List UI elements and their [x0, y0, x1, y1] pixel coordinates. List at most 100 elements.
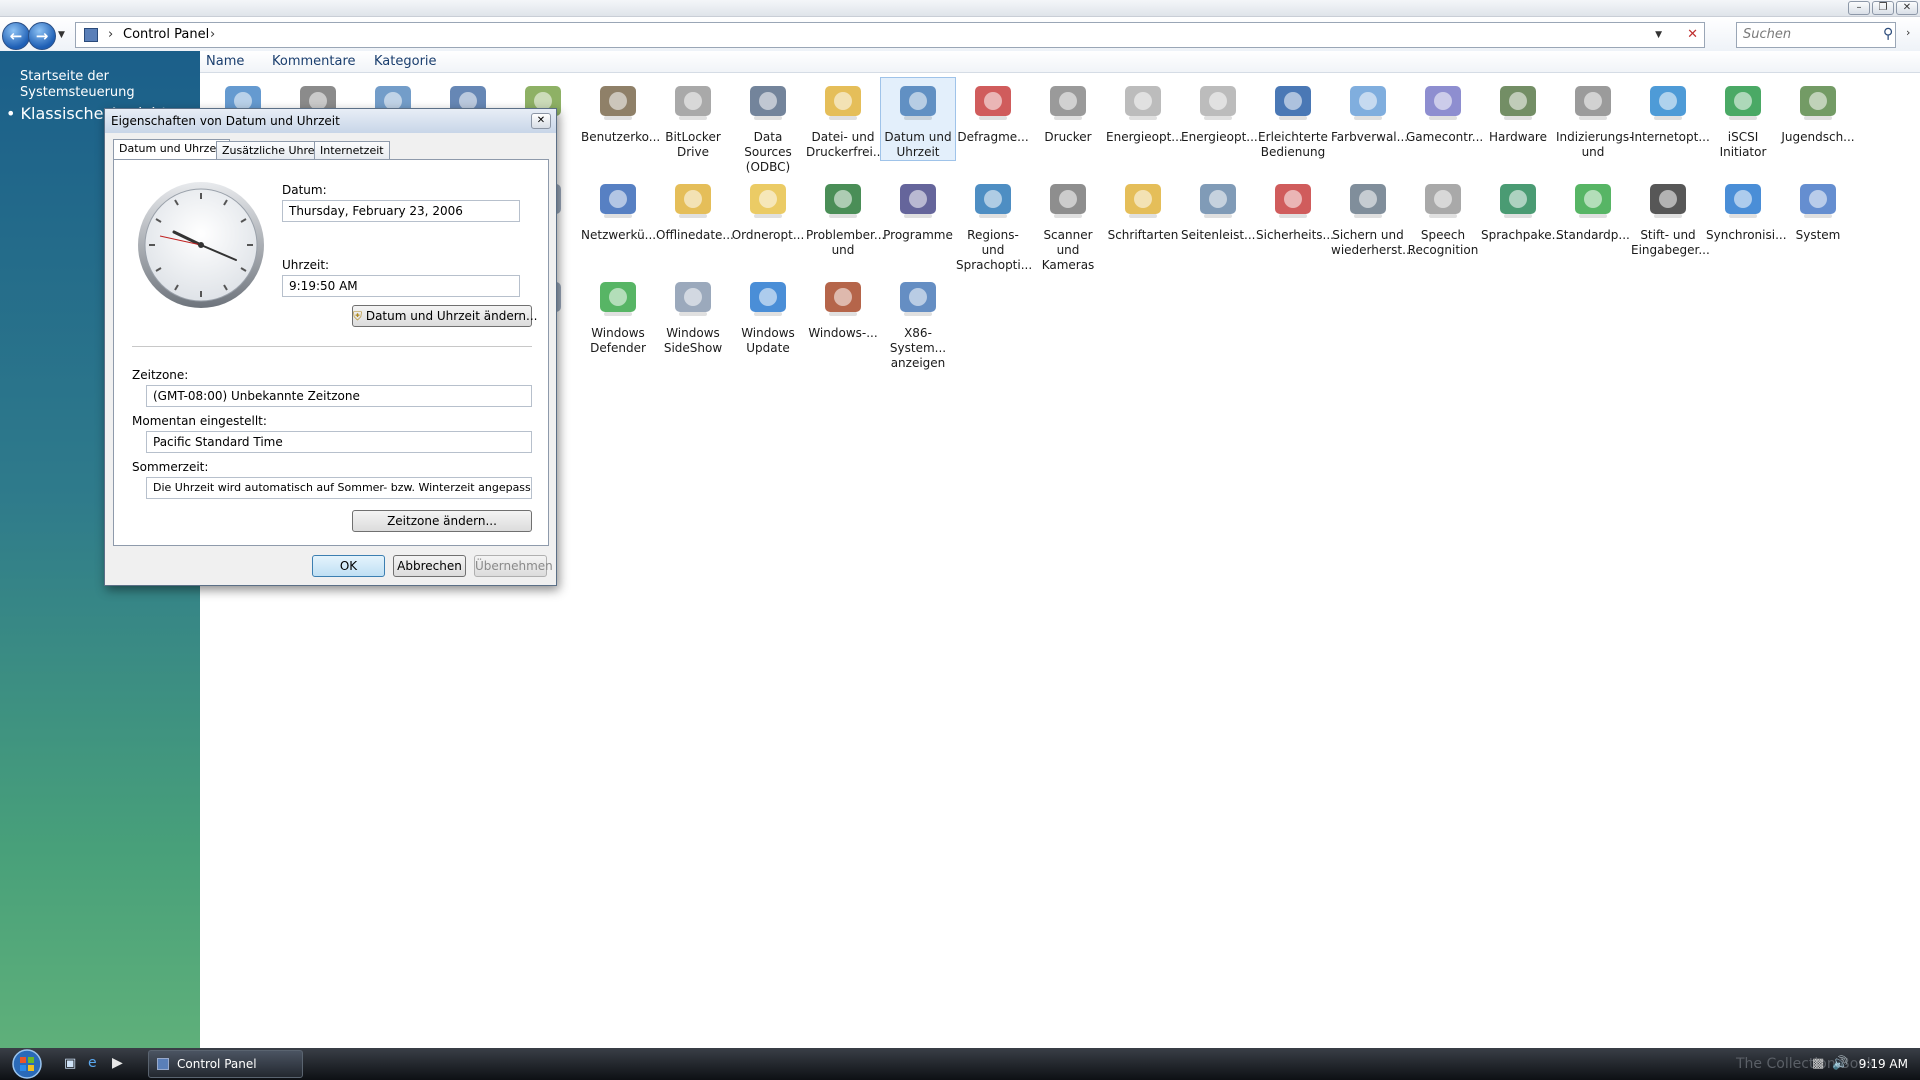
control-panel-item[interactable]: Jugendsch... — [1781, 78, 1855, 145]
control-panel-item[interactable]: Farbverwal... — [1331, 78, 1408, 145]
control-panel-item[interactable]: Offlinedate... — [656, 176, 734, 243]
control-panel-item[interactable]: Defragme... — [956, 78, 1030, 145]
game-controller-icon — [1425, 86, 1461, 120]
tray-network-icon[interactable]: ▩ — [1812, 1056, 1824, 1071]
control-panel-item-label: Energieopt... — [1106, 130, 1183, 144]
address-dropdown-icon[interactable]: ▼ — [1655, 23, 1662, 47]
start-button[interactable] — [8, 1048, 46, 1080]
chevron-right-icon[interactable]: › — [1906, 26, 1910, 39]
control-panel-item[interactable]: Standardp... — [1556, 176, 1630, 243]
control-panel-item[interactable]: Ordneropt... — [731, 176, 805, 243]
ok-button[interactable]: OK — [312, 555, 385, 577]
dialog-close-icon[interactable]: ✕ — [531, 113, 551, 129]
power-options-icon — [1125, 86, 1161, 120]
control-panel-item[interactable]: Erleichterte Bedienung — [1256, 78, 1330, 160]
folder-share-icon — [825, 86, 861, 120]
control-panel-item[interactable]: Gamecontr... — [1406, 78, 1484, 145]
apply-button[interactable]: Übernehmen — [474, 555, 553, 577]
column-headers: Name Kommentare Kategorie — [200, 51, 1920, 73]
tray-volume-icon[interactable]: 🔊 — [1832, 1056, 1848, 1071]
control-panel-item[interactable]: Hardware — [1481, 78, 1555, 145]
control-panel-item[interactable]: Programme — [881, 176, 955, 243]
control-panel-item[interactable]: Indizierungs- und — [1556, 78, 1633, 160]
taskbar-control-panel-button[interactable]: Control Panel — [148, 1050, 303, 1078]
breadcrumb-sep-icon: › — [108, 27, 114, 42]
control-panel-item-label: Gamecontr... — [1406, 130, 1484, 144]
date-field: Thursday, February 23, 2006 — [282, 200, 520, 222]
dst-field: Die Uhrzeit wird automatisch auf Sommer-… — [146, 477, 532, 499]
cancel-button[interactable]: Abbrechen — [393, 555, 466, 577]
control-panel-item[interactable]: Schriftarten — [1106, 176, 1180, 243]
forward-button[interactable]: → — [28, 22, 56, 50]
column-name[interactable]: Name — [206, 54, 244, 69]
control-panel-item[interactable]: Sichern und wiederherst... — [1331, 176, 1414, 258]
taskbar: ▣ e ▶ Control Panel The Collection Book … — [0, 1048, 1920, 1080]
control-panel-item[interactable]: System — [1781, 176, 1855, 243]
control-panel-item[interactable]: X86-System... anzeigen — [881, 274, 955, 371]
control-panel-item[interactable]: Problember... und — [806, 176, 885, 258]
media-player-icon[interactable]: ▶ — [112, 1055, 123, 1071]
control-panel-item[interactable]: Stift- und Eingabeger... — [1631, 176, 1710, 258]
control-panel-item[interactable]: iSCSI Initiator — [1706, 78, 1780, 160]
analog-clock — [138, 182, 264, 308]
control-panel-item[interactable]: Energieopt... — [1106, 78, 1183, 145]
control-panel-item[interactable]: Scanner und Kameras — [1031, 176, 1105, 273]
show-desktop-icon[interactable]: ▣ — [64, 1056, 76, 1071]
control-panel-item[interactable]: Windows-... — [806, 274, 880, 341]
control-panel-item[interactable]: Datum und Uhrzeit — [880, 77, 956, 161]
recent-pages-icon[interactable]: ▼ — [58, 30, 65, 40]
backup-icon — [1350, 184, 1386, 218]
control-panel-item-label: Seitenleist... — [1181, 228, 1256, 242]
control-panel-item[interactable]: Energieopt... — [1181, 78, 1258, 145]
control-panel-item[interactable]: Drucker — [1031, 78, 1105, 145]
watermark-label: The Collection Book — [1736, 1056, 1876, 1072]
control-panel-item[interactable]: Sprachpake... — [1481, 176, 1563, 243]
control-panel-item[interactable]: Speech Recognition — [1406, 176, 1480, 258]
control-panel-item[interactable]: Synchronisi... — [1706, 176, 1787, 243]
control-panel-item[interactable]: Windows Update — [731, 274, 805, 356]
minimize-icon[interactable]: – — [1848, 1, 1870, 15]
control-panel-item[interactable]: Windows SideShow — [656, 274, 730, 356]
control-panel-item-label: Sicherheits... — [1256, 228, 1334, 242]
control-panel-item[interactable]: Sicherheits... — [1256, 176, 1334, 243]
tab-internet-time[interactable]: Internetzeit — [314, 141, 390, 160]
regional-options-icon — [975, 184, 1011, 218]
control-panel-item[interactable]: BitLocker Drive — [656, 78, 730, 160]
control-panel-item[interactable]: Regions- und Sprachopti... — [956, 176, 1032, 273]
column-category[interactable]: Kategorie — [374, 54, 437, 69]
control-panel-item-label: X86-System... anzeigen — [889, 326, 947, 370]
system-icon — [1800, 184, 1836, 218]
internet-options-icon — [1650, 86, 1686, 120]
control-panel-item-label: Schriftarten — [1107, 228, 1179, 242]
tab-additional-clocks[interactable]: Zusätzliche Uhren — [216, 141, 328, 160]
back-button[interactable]: ← — [2, 22, 30, 50]
accessibility-icon — [1275, 86, 1311, 120]
taskbar-clock[interactable]: 9:19 AM — [1859, 1057, 1908, 1071]
breadcrumb-control-panel[interactable]: Control Panel — [123, 23, 209, 47]
address-bar[interactable]: › Control Panel › ▼ ✕ — [75, 22, 1705, 48]
maximize-icon[interactable]: ❐ — [1872, 1, 1894, 15]
control-panel-item[interactable]: Data Sources (ODBC) — [731, 78, 805, 175]
control-panel-item[interactable]: Windows Defender — [581, 274, 655, 356]
control-panel-item[interactable]: Internetopt... — [1631, 78, 1710, 145]
tab-datetime[interactable]: Datum und Uhrzeit — [113, 139, 230, 160]
control-panel-home-link[interactable]: Startseite der Systemsteuerung — [20, 69, 135, 101]
stop-icon[interactable]: ✕ — [1687, 23, 1698, 47]
control-panel-item[interactable]: Datei- und Druckerfrei... — [806, 78, 884, 160]
data-sources-icon — [750, 86, 786, 120]
internet-explorer-icon[interactable]: e — [88, 1055, 97, 1071]
change-timezone-button[interactable]: Zeitzone ändern... — [352, 510, 532, 532]
programs-icon — [900, 184, 936, 218]
control-panel-item[interactable]: Netzwerkü... — [581, 176, 656, 243]
bitlocker-icon — [675, 86, 711, 120]
fonts-icon — [1125, 184, 1161, 218]
control-panel-item[interactable]: Benutzerko... — [581, 78, 660, 145]
close-icon[interactable]: ✕ — [1896, 1, 1918, 15]
change-datetime-button[interactable]: ⛨ Datum und Uhrzeit ändern... — [352, 305, 537, 327]
column-comments[interactable]: Kommentare — [272, 54, 356, 69]
search-icon[interactable]: ⚲ — [1883, 26, 1893, 42]
defrag-icon — [975, 86, 1011, 120]
control-panel-item[interactable]: Seitenleist... — [1181, 176, 1255, 243]
problem-reports-icon — [825, 184, 861, 218]
search-input[interactable]: Suchen — [1736, 22, 1896, 48]
